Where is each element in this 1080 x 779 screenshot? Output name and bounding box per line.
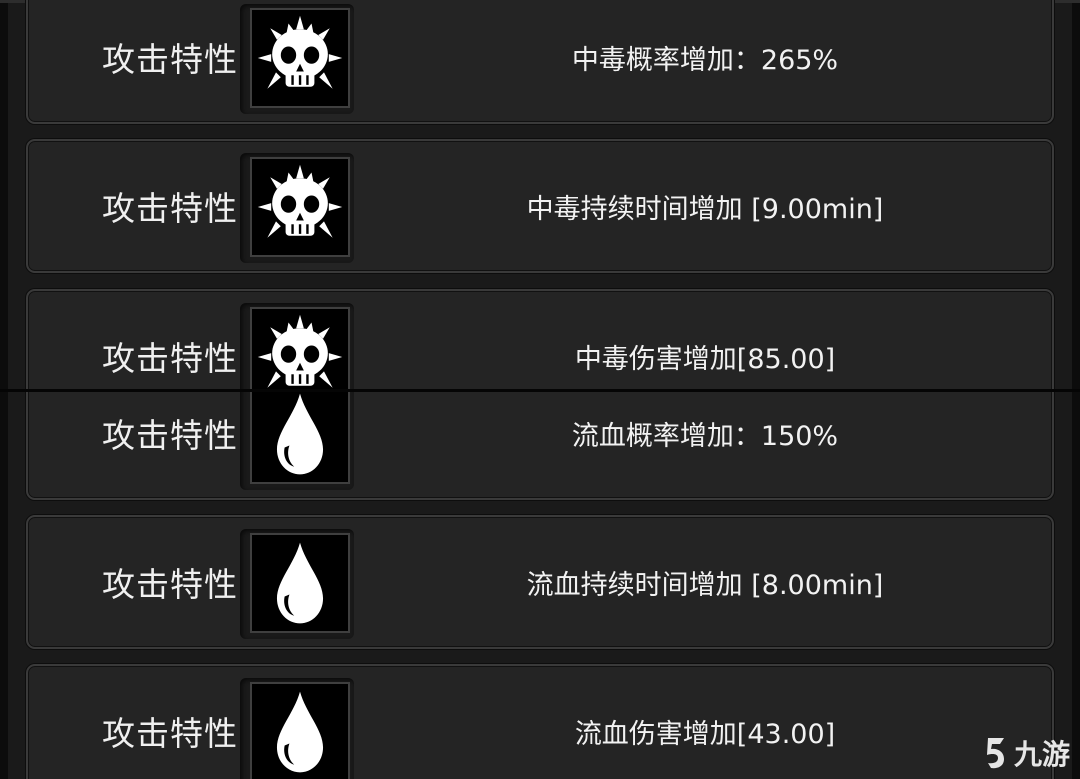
jiuyou-logo-icon (986, 738, 1004, 769)
attack-trait-label: 攻击特性 (102, 565, 238, 604)
attack-trait-label: 攻击特性 (102, 339, 238, 378)
panel-right-rail (1072, 0, 1080, 390)
watermark: 九游 (980, 733, 1070, 773)
blood-drop-icon (250, 392, 350, 484)
panel-left-rail (0, 392, 8, 779)
attribute-row[interactable]: 攻击特性 流血伤害增加[43.00] (26, 664, 1054, 779)
poison-skull-icon (250, 8, 350, 108)
blood-drop-icon (250, 533, 350, 633)
attribute-value: 中毒伤害增加[85.00] (574, 343, 836, 375)
poison-skull-icon (250, 157, 350, 257)
attribute-value: 流血伤害增加[43.00] (574, 718, 836, 750)
attribute-row[interactable]: 攻击特性 流血持续时间增加 [8.00min] (26, 515, 1054, 649)
panel-right-rail (1072, 392, 1080, 779)
attack-trait-label: 攻击特性 (102, 189, 238, 228)
poison-skull-icon (250, 307, 350, 390)
attribute-value: 中毒持续时间增加 [9.00min] (526, 193, 884, 225)
attribute-value: 流血概率增加：150% (571, 420, 839, 452)
attribute-row[interactable]: 攻击特性 (26, 0, 1054, 124)
blood-drop-icon (250, 682, 350, 779)
attribute-row[interactable]: 攻击特性 (26, 139, 1054, 273)
attack-trait-label: 攻击特性 (102, 40, 238, 79)
attribute-row[interactable]: 攻击特性 流血概率增加：150% (26, 392, 1054, 500)
attribute-value: 流血持续时间增加 [8.00min] (526, 569, 884, 601)
attack-trait-label: 攻击特性 (102, 416, 238, 455)
attribute-row[interactable]: 攻击特性 (26, 289, 1054, 390)
bleed-attributes-panel: 攻击特性 流血概率增加：150% 攻击特性 流血持续时间增加 [8.00min]… (0, 392, 1080, 779)
attack-trait-label: 攻击特性 (102, 714, 238, 753)
watermark-text: 九游 (1013, 738, 1070, 771)
panel-left-rail (0, 0, 8, 390)
poison-attributes-panel: 攻击特性 中毒概率增加：265% 攻击特性 中毒持续时间增加 [9.00min]… (0, 0, 1080, 390)
attribute-value: 中毒概率增加：265% (571, 44, 839, 76)
